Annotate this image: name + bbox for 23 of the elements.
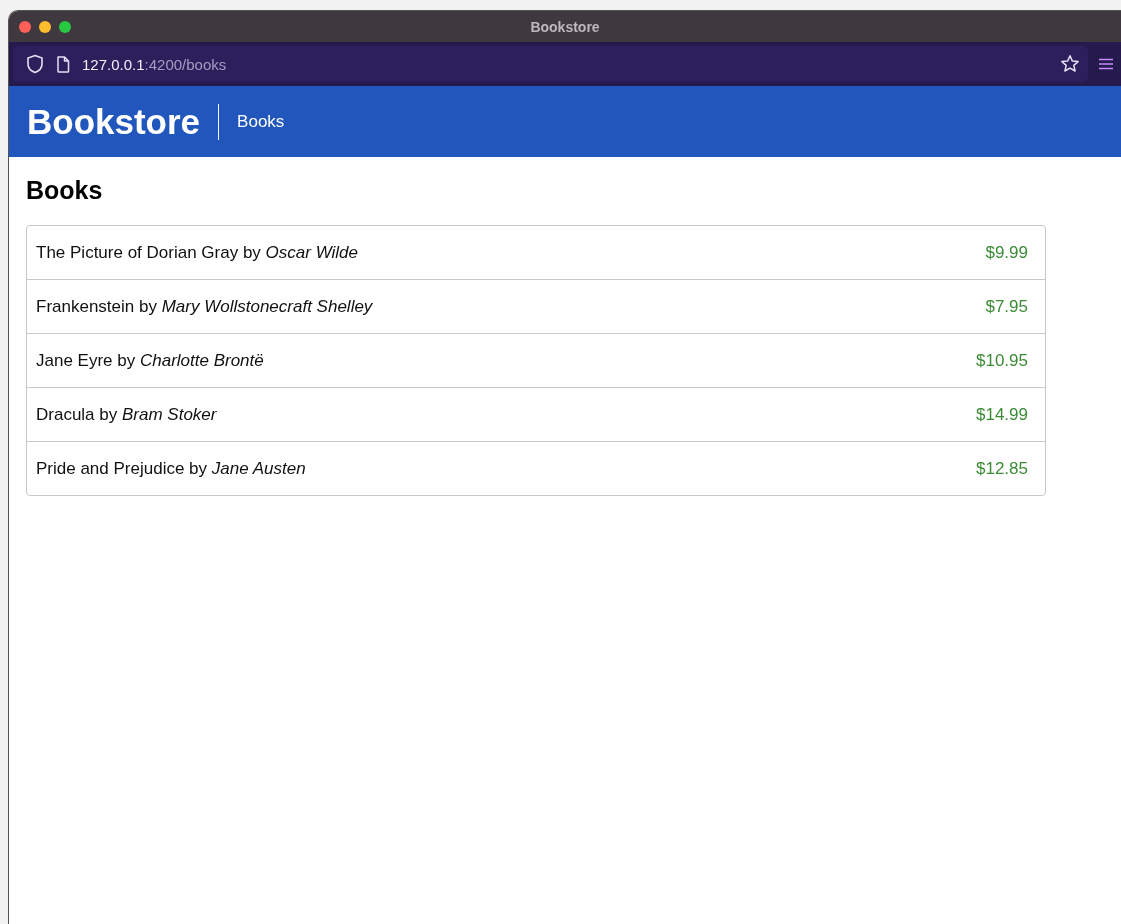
page-icon	[56, 55, 70, 73]
book-price: $12.85	[976, 458, 1028, 479]
window-title: Bookstore	[530, 18, 600, 35]
book-title: Dracula by Bram Stoker	[36, 404, 217, 425]
menu-icon[interactable]	[1098, 58, 1114, 70]
book-title: Jane Eyre by Charlotte Brontë	[36, 350, 264, 371]
book-price: $14.99	[976, 404, 1028, 425]
book-title: Pride and Prejudice by Jane Austen	[36, 458, 306, 479]
address-bar[interactable]: 127.0.0.1:4200/books	[13, 46, 1088, 82]
book-price: $10.95	[976, 350, 1028, 371]
close-button[interactable]	[19, 20, 31, 33]
book-title: Frankenstein by Mary Wollstonecraft Shelley	[36, 296, 373, 317]
brand-title[interactable]: Bookstore	[27, 101, 201, 142]
zoom-button[interactable]	[59, 20, 71, 33]
url-text: 127.0.0.1:4200/books	[82, 55, 228, 73]
book-title: The Picture of Dorian Gray by Oscar Wilde	[36, 242, 358, 263]
book-price: $9.99	[985, 242, 1028, 263]
star-icon[interactable]	[1060, 54, 1080, 74]
nav-link[interactable]: Books	[237, 111, 285, 132]
page-heading: Books	[26, 175, 104, 205]
shield-icon[interactable]	[26, 54, 44, 74]
book-price: $7.95	[985, 296, 1028, 317]
minimize-button[interactable]	[39, 20, 51, 33]
